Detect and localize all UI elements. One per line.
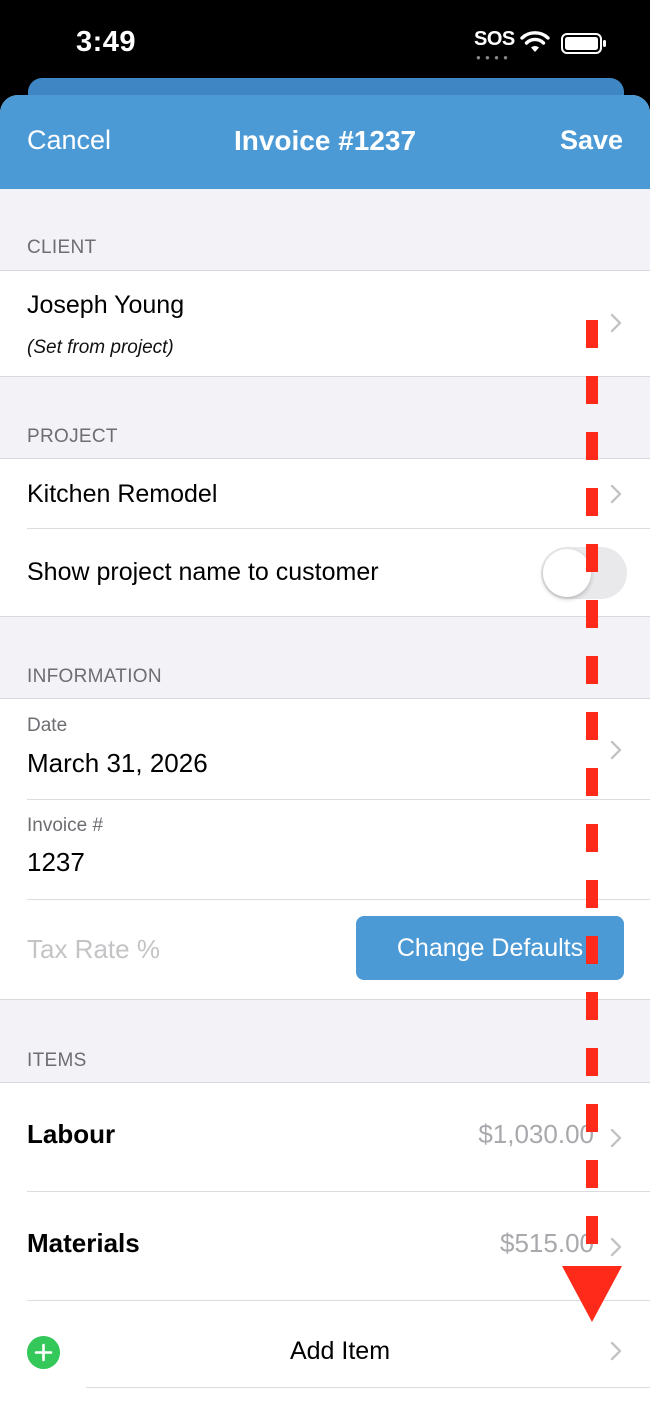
items-group: Labour $1,030.00 Materials $515.00 Add I…: [0, 1082, 650, 1407]
item-name: Labour: [27, 1119, 116, 1149]
items-section-header: ITEMS: [27, 1050, 87, 1071]
tax-rate-input[interactable]: Tax Rate %: [27, 934, 160, 965]
project-name: Kitchen Remodel: [27, 480, 218, 508]
add-item-row[interactable]: Add Item: [0, 1301, 650, 1401]
chevron-right-icon: [610, 484, 622, 504]
signal-dots-icon: ● ● ● ●: [476, 53, 509, 62]
client-note: (Set from project): [27, 337, 174, 358]
list-item[interactable]: Materials $515.00: [0, 1192, 650, 1301]
date-label: Date: [27, 715, 68, 736]
item-amount: $515.00: [500, 1228, 594, 1258]
client-section-header: CLIENT: [27, 237, 97, 258]
chevron-right-icon: [610, 1128, 622, 1148]
toggle-knob: [543, 549, 591, 597]
cancel-button[interactable]: Cancel: [27, 125, 111, 156]
item-name: Materials: [27, 1228, 140, 1258]
row-divider: [86, 1387, 650, 1388]
save-button[interactable]: Save: [560, 125, 623, 156]
invoice-number-row[interactable]: Invoice # 1237: [0, 800, 650, 899]
project-section-header: PROJECT: [27, 426, 118, 447]
project-group: Kitchen Remodel Show project name to cus…: [0, 458, 650, 617]
show-project-name-toggle[interactable]: [541, 547, 627, 599]
nav-bar: Invoice #1237 Cancel Save: [0, 95, 650, 189]
battery-icon: [561, 33, 606, 54]
show-project-name-row: Show project name to customer: [0, 529, 650, 617]
date-row[interactable]: Date March 31, 2026: [0, 699, 650, 799]
information-group: Date March 31, 2026 Invoice # 1237 Tax R…: [0, 698, 650, 1000]
client-name: Joseph Young: [27, 291, 185, 319]
list-item[interactable]: Labour $1,030.00: [0, 1083, 650, 1192]
chevron-right-icon: [610, 1341, 622, 1361]
item-amount: $1,030.00: [478, 1119, 594, 1149]
invoice-number-label: Invoice #: [27, 815, 104, 836]
add-item-label: Add Item: [289, 1337, 391, 1365]
information-section-header: INFORMATION: [27, 666, 162, 687]
change-defaults-button[interactable]: Change Defaults: [356, 916, 624, 980]
date-value: March 31, 2026: [27, 748, 208, 778]
invoice-sheet: Invoice #1237 Cancel Save CLIENT Joseph …: [0, 95, 650, 1407]
invoice-number-value[interactable]: 1237: [27, 847, 85, 878]
chevron-right-icon: [610, 313, 622, 333]
status-time: 3:49: [76, 26, 137, 58]
carrier-label: SOS: [474, 28, 515, 50]
project-row[interactable]: Kitchen Remodel: [0, 459, 650, 528]
tax-rate-row: Tax Rate % Change Defaults: [0, 900, 650, 1000]
wifi-icon: [520, 31, 550, 52]
chevron-right-icon: [610, 1237, 622, 1257]
chevron-right-icon: [610, 740, 622, 760]
show-project-name-label: Show project name to customer: [27, 558, 379, 586]
client-row[interactable]: Joseph Young (Set from project): [0, 270, 650, 377]
